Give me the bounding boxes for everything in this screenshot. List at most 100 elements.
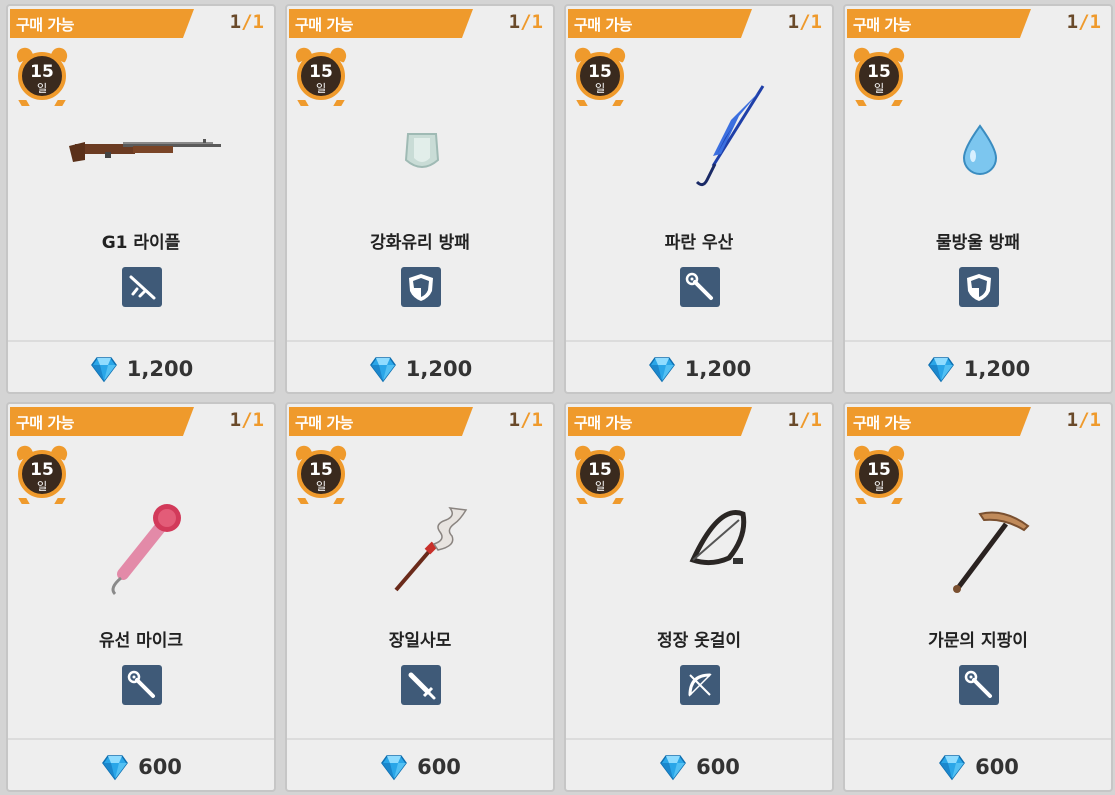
stock-separator: / xyxy=(520,11,532,33)
item-name: G1 라이플 xyxy=(101,233,181,253)
item-price: 1,200 xyxy=(963,357,1031,381)
item-price: 600 xyxy=(138,755,182,779)
stock-max: 1 xyxy=(252,409,264,431)
shop-item-card[interactable]: 구매 가능 1/1 15 일 장일사모 600 xyxy=(285,402,555,792)
purchase-status-banner: 구매 가능 xyxy=(568,407,752,436)
purchase-status-label: 구매 가능 xyxy=(853,414,911,432)
sword-icon xyxy=(401,665,441,705)
rifle-image xyxy=(63,76,223,206)
rental-days-unit: 일 xyxy=(594,480,606,493)
stock-current: 1 xyxy=(1066,11,1079,33)
stock-current: 1 xyxy=(1066,409,1079,431)
rental-days: 15 xyxy=(588,460,612,480)
stock-current: 1 xyxy=(787,409,800,431)
stock-separator: / xyxy=(241,11,253,33)
item-name: 강화유리 방패 xyxy=(370,233,470,253)
droplet-image xyxy=(900,76,1060,206)
purchase-status-banner: 구매 가능 xyxy=(847,407,1031,436)
item-price: 600 xyxy=(975,755,1019,779)
stock-separator: / xyxy=(1078,409,1090,431)
wand-icon xyxy=(959,665,999,705)
purchase-status-banner: 구매 가능 xyxy=(289,407,473,436)
item-price: 600 xyxy=(696,755,740,779)
purchase-status-label: 구매 가능 xyxy=(295,414,353,432)
shield-icon xyxy=(401,267,441,307)
rental-days-unit: 일 xyxy=(873,480,885,493)
stock-counter: 1/1 xyxy=(509,409,543,431)
diamond-gem-icon xyxy=(368,354,398,384)
stock-counter: 1/1 xyxy=(1067,11,1101,33)
item-price: 1,200 xyxy=(405,357,473,381)
shop-item-card[interactable]: 구매 가능 1/1 15 일 물방울 방패 1,200 xyxy=(843,4,1113,394)
stock-counter: 1/1 xyxy=(509,11,543,33)
alarm-clock-icon: 15 일 xyxy=(14,45,70,106)
rifle-icon xyxy=(122,267,162,307)
hanger-bow-image xyxy=(621,474,781,604)
price-button[interactable]: 600 xyxy=(287,738,553,790)
purchase-status-banner: 구매 가능 xyxy=(568,9,752,38)
rental-days: 15 xyxy=(867,62,891,82)
rental-days-unit: 일 xyxy=(873,82,885,95)
price-button[interactable]: 1,200 xyxy=(566,340,832,392)
stock-current: 1 xyxy=(508,11,521,33)
rental-days-unit: 일 xyxy=(315,480,327,493)
diamond-gem-icon xyxy=(658,752,688,782)
stock-counter: 1/1 xyxy=(230,409,264,431)
alarm-clock-icon: 15 일 xyxy=(293,443,349,504)
stock-separator: / xyxy=(520,409,532,431)
diamond-gem-icon xyxy=(379,752,409,782)
stock-max: 1 xyxy=(252,11,264,33)
diamond-gem-icon xyxy=(647,354,677,384)
item-price: 1,200 xyxy=(126,357,194,381)
alarm-clock-icon: 15 일 xyxy=(293,45,349,106)
shop-item-card[interactable]: 구매 가능 1/1 15 일 G1 라이플 1,200 xyxy=(6,4,276,394)
stock-current: 1 xyxy=(508,409,521,431)
shop-item-card[interactable]: 구매 가능 1/1 15 일 파란 우산 1,200 xyxy=(564,4,834,394)
bow-icon xyxy=(680,665,720,705)
price-button[interactable]: 600 xyxy=(845,738,1111,790)
price-button[interactable]: 1,200 xyxy=(287,340,553,392)
alarm-clock-icon: 15 일 xyxy=(851,443,907,504)
stock-current: 1 xyxy=(229,409,242,431)
shop-item-card[interactable]: 구매 가능 1/1 15 일 유선 마이크 600 xyxy=(6,402,276,792)
microphone-image xyxy=(63,474,223,604)
purchase-status-label: 구매 가능 xyxy=(574,414,632,432)
item-name: 물방울 방패 xyxy=(935,233,1021,253)
rental-days: 15 xyxy=(588,62,612,82)
wand-icon xyxy=(122,665,162,705)
rental-days: 15 xyxy=(30,62,54,82)
rental-days: 15 xyxy=(867,460,891,480)
diamond-gem-icon xyxy=(89,354,119,384)
stock-current: 1 xyxy=(229,11,242,33)
item-name: 정장 옷걸이 xyxy=(656,631,742,651)
price-button[interactable]: 1,200 xyxy=(845,340,1111,392)
stock-max: 1 xyxy=(1089,409,1101,431)
item-name: 유선 마이크 xyxy=(98,631,184,651)
shop-item-card[interactable]: 구매 가능 1/1 15 일 강화유리 방패 1,200 xyxy=(285,4,555,394)
purchase-status-banner: 구매 가능 xyxy=(847,9,1031,38)
stock-max: 1 xyxy=(1089,11,1101,33)
price-button[interactable]: 600 xyxy=(8,738,274,790)
rental-days-unit: 일 xyxy=(594,82,606,95)
diamond-gem-icon xyxy=(926,354,956,384)
stock-counter: 1/1 xyxy=(788,11,822,33)
pickaxe-image xyxy=(900,474,1060,604)
price-button[interactable]: 600 xyxy=(566,738,832,790)
stock-current: 1 xyxy=(787,11,800,33)
shop-item-card[interactable]: 구매 가능 1/1 15 일 정장 옷걸이 600 xyxy=(564,402,834,792)
purchase-status-banner: 구매 가능 xyxy=(10,9,194,38)
serpent-spear-image xyxy=(342,474,502,604)
item-name: 파란 우산 xyxy=(664,233,734,253)
purchase-status-label: 구매 가능 xyxy=(574,16,632,34)
diamond-gem-icon xyxy=(937,752,967,782)
purchase-status-label: 구매 가능 xyxy=(853,16,911,34)
shop-item-card[interactable]: 구매 가능 1/1 15 일 가문의 지팡이 600 xyxy=(843,402,1113,792)
purchase-status-banner: 구매 가능 xyxy=(10,407,194,436)
stock-max: 1 xyxy=(531,409,543,431)
umbrella-image xyxy=(621,76,781,206)
stock-separator: / xyxy=(1078,11,1090,33)
stock-counter: 1/1 xyxy=(230,11,264,33)
price-button[interactable]: 1,200 xyxy=(8,340,274,392)
purchase-status-label: 구매 가능 xyxy=(16,16,74,34)
wand-icon xyxy=(680,267,720,307)
